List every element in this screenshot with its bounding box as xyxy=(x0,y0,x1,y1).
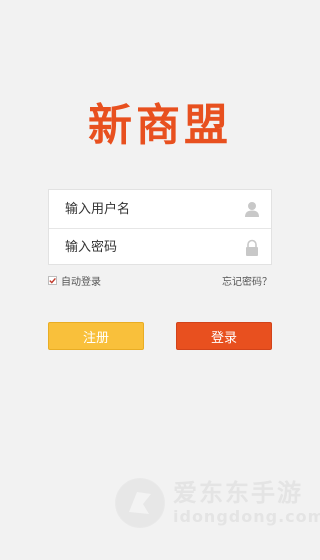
login-form xyxy=(48,189,272,265)
watermark-en: idongdong.com xyxy=(173,507,320,526)
checkbox-icon[interactable] xyxy=(48,275,57,285)
lock-icon xyxy=(246,239,258,256)
app-logo: 新商盟 xyxy=(88,100,232,151)
login-options: 自动登录 忘记密码？ xyxy=(48,272,272,288)
login-button[interactable]: 登录 xyxy=(176,322,272,350)
username-row xyxy=(49,190,271,228)
watermark: 爱东东手游 idongdong.com xyxy=(115,478,320,528)
watermark-text: 爱东东手游 idongdong.com xyxy=(173,479,320,527)
register-button[interactable]: 注册 xyxy=(48,322,144,350)
forgot-password-link[interactable]: 忘记密码？ xyxy=(222,273,272,288)
login-button-label: 登录 xyxy=(210,330,237,346)
auto-login-toggle[interactable]: 自动登录 xyxy=(48,273,101,288)
register-button-label: 注册 xyxy=(82,330,109,346)
password-row xyxy=(49,228,271,266)
password-input[interactable] xyxy=(63,239,227,256)
idongdong-logo-icon xyxy=(115,478,165,528)
username-input[interactable] xyxy=(63,200,227,218)
watermark-cn: 爱东东手游 xyxy=(173,479,303,507)
user-icon xyxy=(245,202,259,217)
auto-login-label: 自动登录 xyxy=(61,276,101,288)
